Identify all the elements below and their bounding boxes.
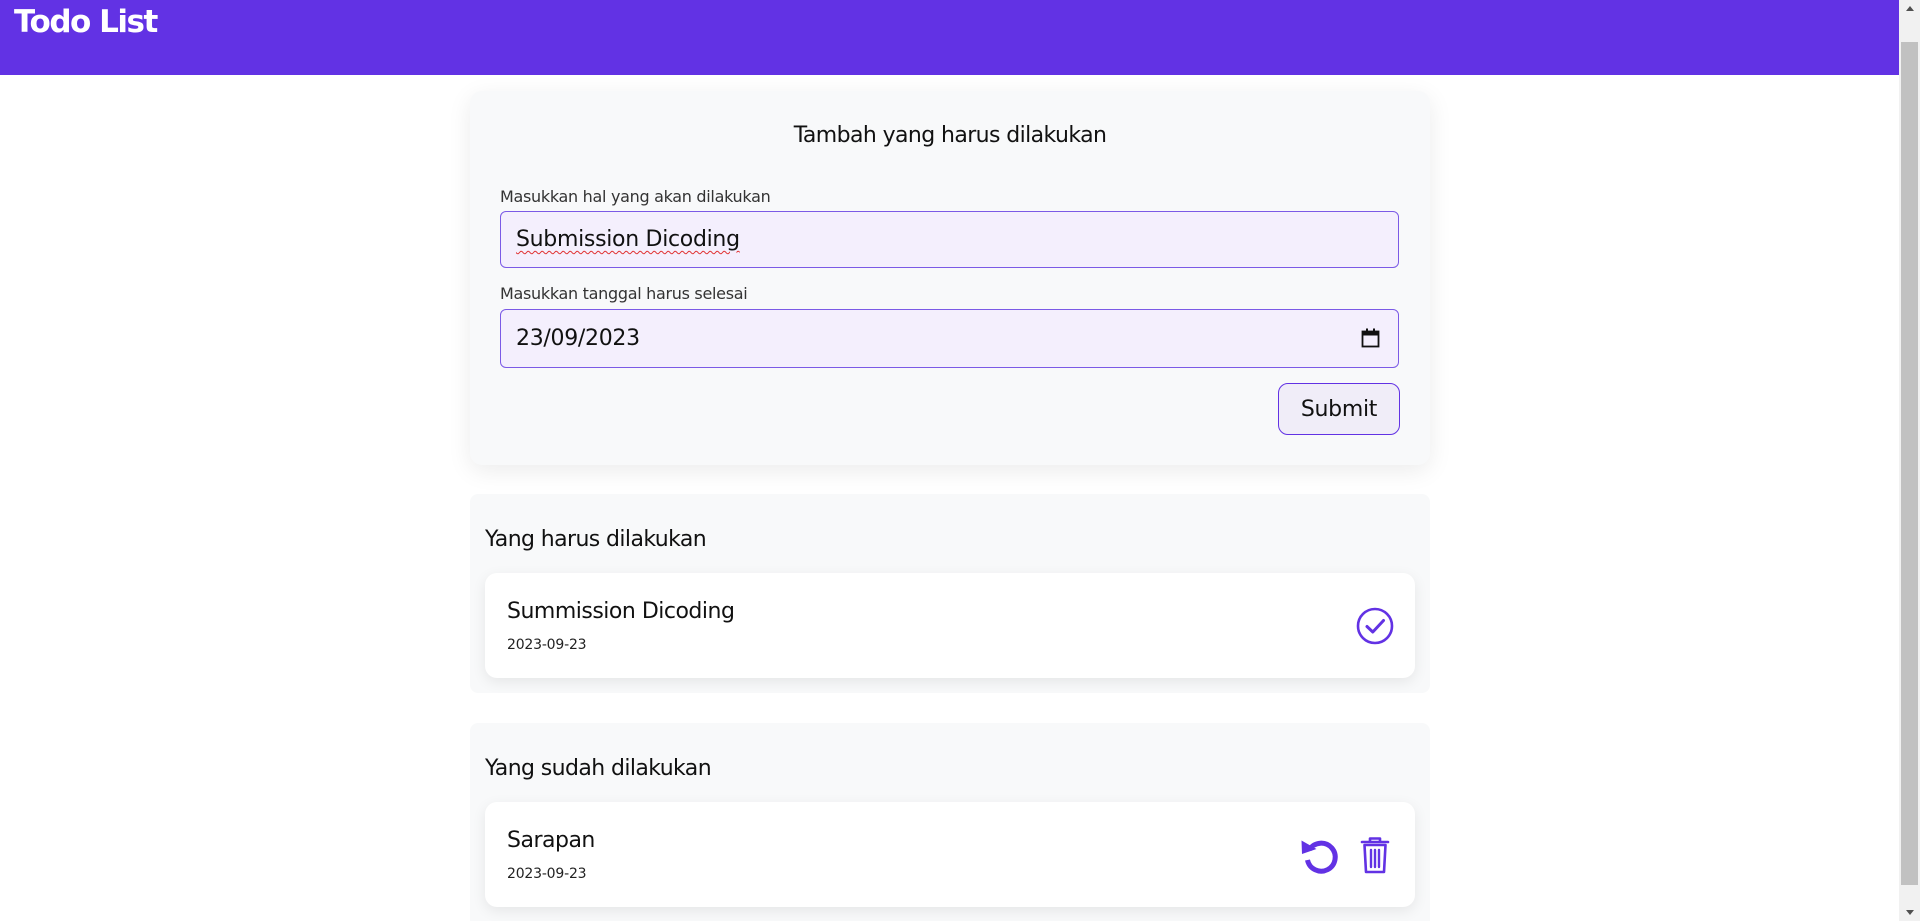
app-header: Todo List (0, 0, 1899, 75)
undo-icon[interactable] (1299, 834, 1341, 876)
todo-item-date: 2023-09-23 (507, 866, 587, 882)
date-input[interactable]: 23/09/2023 (500, 309, 1399, 368)
todo-item-date: 2023-09-23 (507, 637, 587, 653)
date-input-label: Masukkan tanggal harus selesai (500, 284, 748, 303)
task-input-label: Masukkan hal yang akan dilakukan (500, 187, 771, 206)
task-input-value: Submission Dicoding (516, 227, 740, 252)
todo-item: Summission Dicoding 2023-09-23 (485, 573, 1415, 678)
scrollbar-thumb[interactable] (1901, 42, 1918, 885)
complete-todo-section: Yang sudah dilakukan Sarapan 2023-09-23 (470, 723, 1430, 921)
todo-item-title: Summission Dicoding (507, 599, 735, 624)
todo-item: Sarapan 2023-09-23 (485, 802, 1415, 907)
incomplete-todo-section: Yang harus dilakukan Summission Dicoding… (470, 494, 1430, 693)
check-circle-icon[interactable] (1354, 605, 1396, 647)
app-title: Todo List (14, 4, 158, 40)
page-scrollbar[interactable] (1899, 0, 1920, 921)
calendar-icon[interactable] (1361, 328, 1380, 348)
form-title: Tambah yang harus dilakukan (793, 123, 1107, 148)
scroll-up-arrow-icon[interactable] (1906, 6, 1914, 11)
date-input-value: 23/09/2023 (516, 326, 640, 351)
incomplete-section-title: Yang harus dilakukan (485, 527, 707, 552)
submit-button[interactable]: Submit (1278, 383, 1400, 435)
task-input[interactable]: Submission Dicoding (500, 211, 1399, 268)
scroll-down-arrow-icon[interactable] (1906, 910, 1914, 915)
complete-section-title: Yang sudah dilakukan (485, 756, 712, 781)
trash-icon[interactable] (1354, 834, 1396, 876)
todo-item-title: Sarapan (507, 828, 595, 853)
